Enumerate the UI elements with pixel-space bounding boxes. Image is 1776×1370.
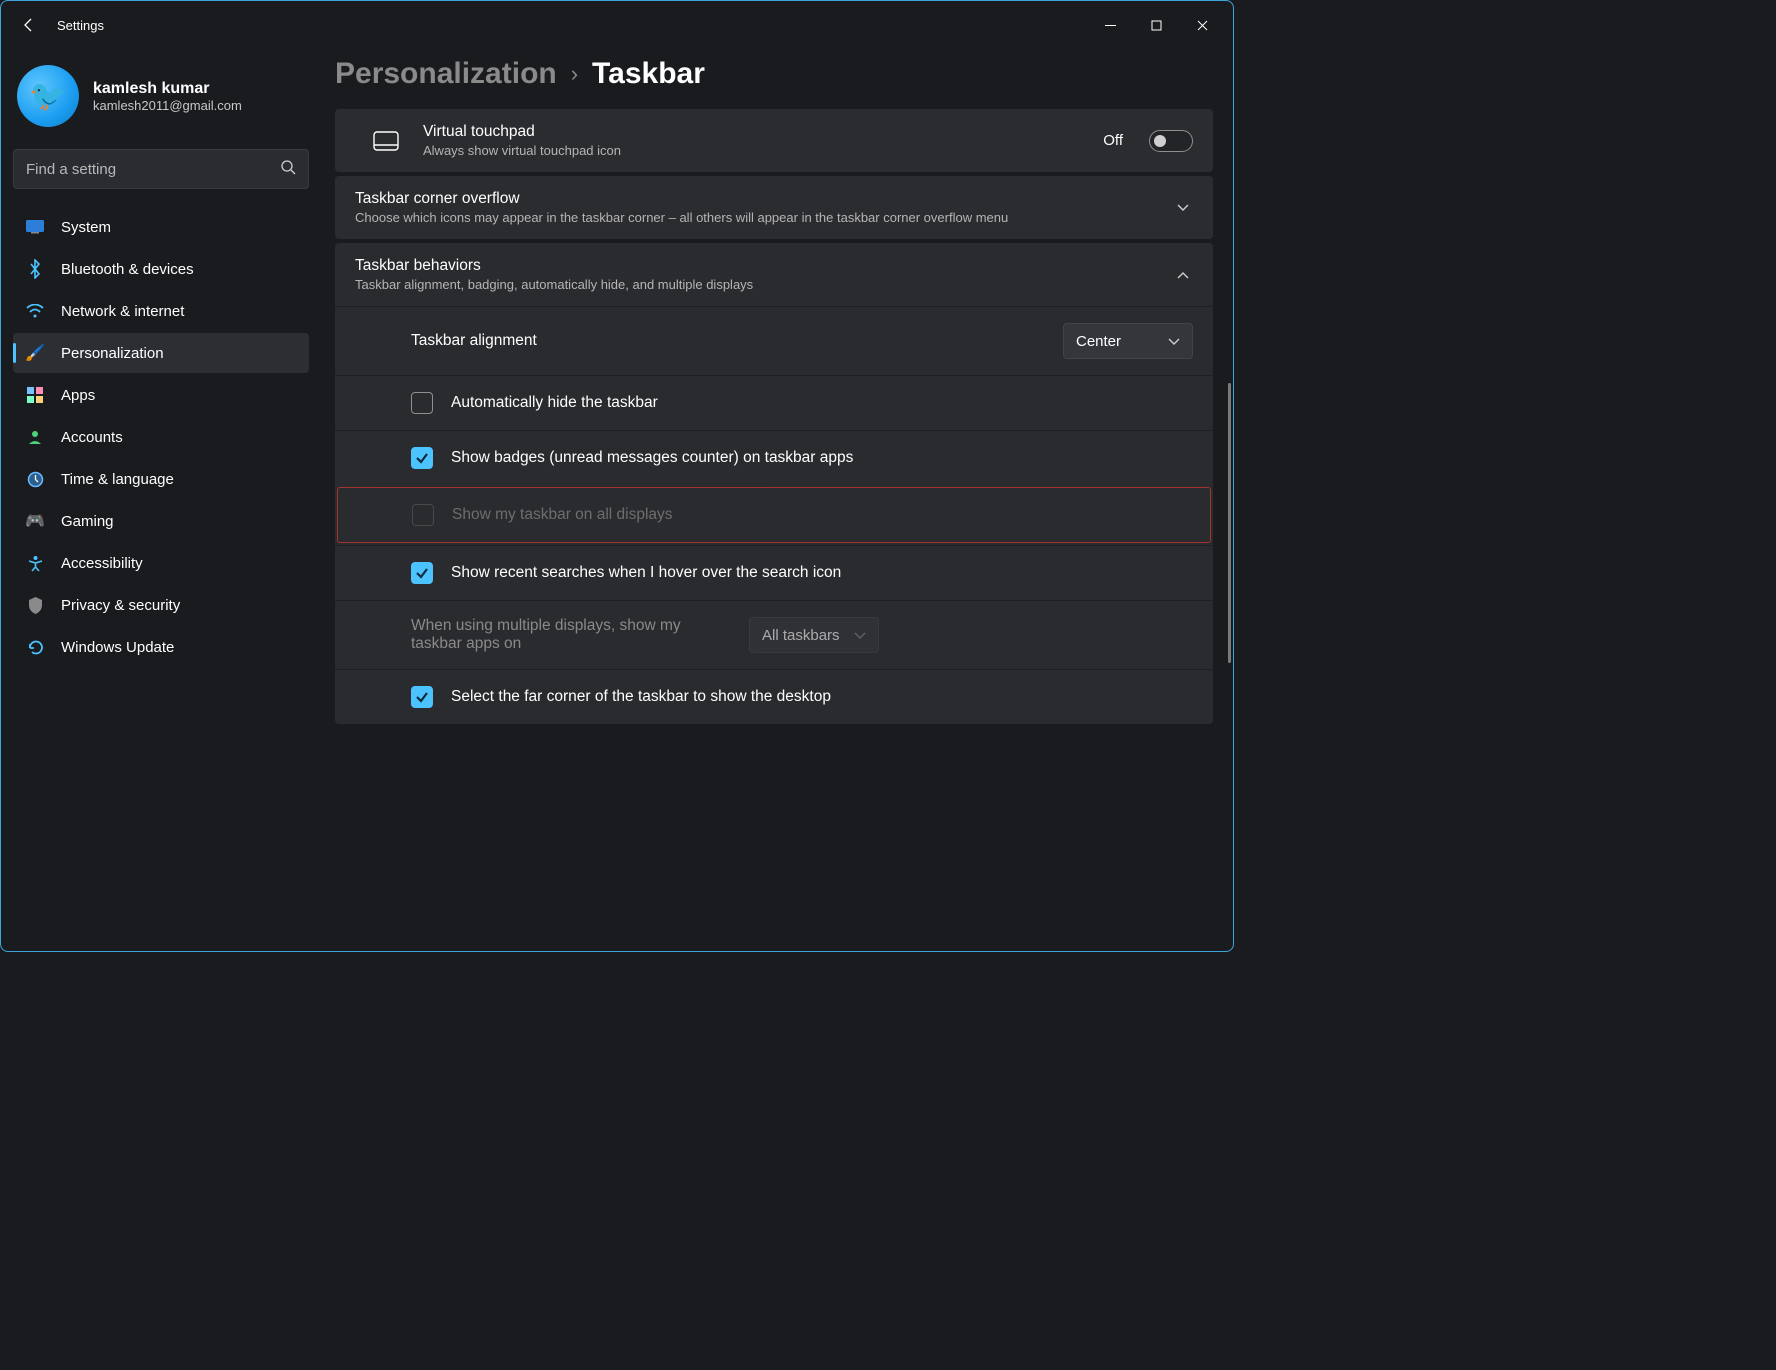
user-block[interactable]: 🐦 kamlesh kumar kamlesh2011@gmail.com (13, 57, 309, 143)
content-area: Personalization › Taskbar Virtual touchp… (321, 49, 1233, 951)
multi-displays-dropdown: All taskbars (749, 617, 879, 653)
setting-label: Automatically hide the taskbar (451, 394, 1193, 412)
sidebar-item-label: Personalization (61, 345, 164, 362)
sidebar-item-label: Network & internet (61, 303, 184, 320)
badges-row[interactable]: Show badges (unread messages counter) on… (335, 430, 1213, 485)
sidebar-item-label: Accounts (61, 429, 123, 446)
search-box[interactable] (13, 149, 309, 189)
setting-label: Show recent searches when I hover over t… (451, 564, 1193, 582)
panel-title: Virtual touchpad (423, 123, 1085, 141)
far-corner-checkbox[interactable] (411, 686, 433, 708)
bluetooth-icon (25, 259, 45, 279)
sidebar-item-windows-update[interactable]: Windows Update (13, 627, 309, 667)
avatar: 🐦 (17, 65, 79, 127)
clock-icon (25, 469, 45, 489)
display-icon (25, 217, 45, 237)
multi-displays-row: When using multiple displays, show my ta… (335, 600, 1213, 669)
virtual-touchpad-toggle[interactable] (1149, 130, 1193, 152)
shield-icon (25, 595, 45, 615)
chevron-up-icon (1173, 267, 1193, 282)
panel-title: Taskbar corner overflow (355, 190, 1155, 208)
sidebar-item-gaming[interactable]: 🎮 Gaming (13, 501, 309, 541)
user-name: kamlesh kumar (93, 80, 242, 98)
chevron-down-icon (1173, 200, 1193, 215)
app-title: Settings (57, 18, 104, 33)
badges-checkbox[interactable] (411, 447, 433, 469)
search-input[interactable] (26, 161, 280, 178)
sidebar-item-label: Privacy & security (61, 597, 180, 614)
search-icon (280, 159, 296, 180)
accessibility-icon (25, 553, 45, 573)
chevron-right-icon: › (571, 61, 578, 87)
sidebar-item-label: Accessibility (61, 555, 143, 572)
behaviors-header[interactable]: Taskbar behaviors Taskbar alignment, bad… (335, 243, 1213, 306)
sidebar-item-label: Gaming (61, 513, 114, 530)
apps-icon (25, 385, 45, 405)
recent-searches-checkbox[interactable] (411, 562, 433, 584)
breadcrumb: Personalization › Taskbar (335, 57, 1225, 91)
far-corner-row[interactable]: Select the far corner of the taskbar to … (335, 669, 1213, 724)
overflow-card[interactable]: Taskbar corner overflow Choose which ico… (335, 176, 1213, 239)
scrollbar-thumb[interactable] (1228, 383, 1231, 663)
sidebar-item-time-language[interactable]: Time & language (13, 459, 309, 499)
window-controls (1087, 9, 1225, 41)
sidebar-item-apps[interactable]: Apps (13, 375, 309, 415)
toggle-state-label: Off (1103, 132, 1123, 149)
alignment-dropdown[interactable]: Center (1063, 323, 1193, 359)
virtual-touchpad-card[interactable]: Virtual touchpad Always show virtual tou… (335, 109, 1213, 172)
autohide-row[interactable]: Automatically hide the taskbar (335, 375, 1213, 430)
update-icon (25, 637, 45, 657)
sidebar-item-label: Time & language (61, 471, 174, 488)
taskbar-alignment-row: Taskbar alignment Center (335, 306, 1213, 375)
panel-sub: Always show virtual touchpad icon (423, 143, 1085, 158)
sidebar-item-label: Apps (61, 387, 95, 404)
user-email: kamlesh2011@gmail.com (93, 98, 242, 113)
chevron-down-icon (1168, 333, 1180, 350)
sidebar-item-label: Windows Update (61, 639, 174, 656)
breadcrumb-current: Taskbar (592, 57, 705, 91)
setting-label: Show badges (unread messages counter) on… (451, 449, 1193, 467)
sidebar-item-bluetooth[interactable]: Bluetooth & devices (13, 249, 309, 289)
close-button[interactable] (1179, 9, 1225, 41)
autohide-checkbox[interactable] (411, 392, 433, 414)
panel-title: Taskbar behaviors (355, 257, 1155, 275)
recent-searches-row[interactable]: Show recent searches when I hover over t… (335, 545, 1213, 600)
sidebar-item-accounts[interactable]: Accounts (13, 417, 309, 457)
behaviors-card: Taskbar behaviors Taskbar alignment, bad… (335, 243, 1213, 724)
panel-sub: Choose which icons may appear in the tas… (355, 210, 1155, 225)
back-button[interactable] (9, 5, 49, 45)
maximize-button[interactable] (1133, 9, 1179, 41)
dropdown-value: Center (1076, 333, 1158, 350)
setting-label: Select the far corner of the taskbar to … (451, 688, 1193, 706)
dropdown-value: All taskbars (762, 627, 844, 644)
sidebar-item-personalization[interactable]: 🖌️ Personalization (13, 333, 309, 373)
setting-label: When using multiple displays, show my ta… (411, 617, 731, 653)
sidebar-item-label: System (61, 219, 111, 236)
sidebar-item-accessibility[interactable]: Accessibility (13, 543, 309, 583)
all-displays-checkbox (412, 504, 434, 526)
all-displays-row: Show my taskbar on all displays (337, 487, 1211, 543)
sidebar-item-label: Bluetooth & devices (61, 261, 194, 278)
sidebar-item-network[interactable]: Network & internet (13, 291, 309, 331)
person-icon (25, 427, 45, 447)
touchpad-icon (373, 128, 399, 154)
wifi-icon (25, 301, 45, 321)
minimize-button[interactable] (1087, 9, 1133, 41)
paintbrush-icon: 🖌️ (25, 343, 45, 363)
scrollbar[interactable] (1225, 53, 1231, 947)
gamepad-icon: 🎮 (25, 511, 45, 531)
setting-label: Show my taskbar on all displays (452, 506, 1192, 524)
breadcrumb-parent[interactable]: Personalization (335, 57, 557, 91)
sidebar-item-system[interactable]: System (13, 207, 309, 247)
sidebar-item-privacy[interactable]: Privacy & security (13, 585, 309, 625)
chevron-down-icon (854, 627, 866, 644)
panel-sub: Taskbar alignment, badging, automaticall… (355, 277, 1155, 292)
sidebar: 🐦 kamlesh kumar kamlesh2011@gmail.com Sy… (1, 49, 321, 951)
setting-label: Taskbar alignment (411, 332, 1045, 350)
titlebar: Settings (1, 1, 1233, 49)
